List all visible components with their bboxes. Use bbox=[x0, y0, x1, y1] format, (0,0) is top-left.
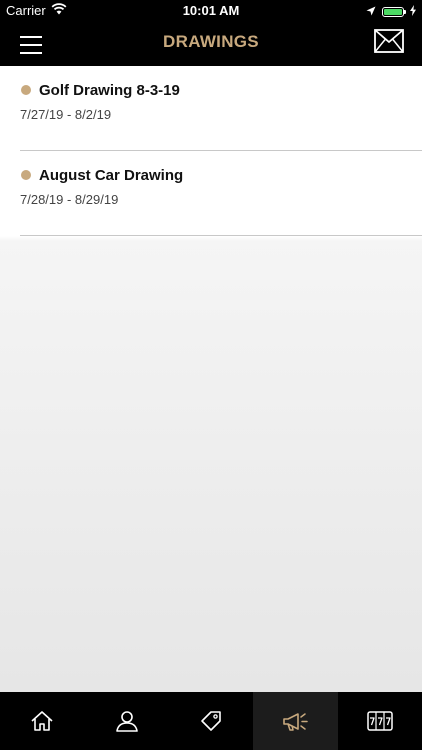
list-item[interactable]: Golf Drawing 8-3-19 7/27/19 - 8/2/19 bbox=[0, 66, 422, 151]
tab-offers[interactable] bbox=[169, 692, 253, 750]
page-title: DRAWINGS bbox=[163, 32, 259, 51]
status-indicators bbox=[366, 4, 416, 19]
slot-machine-icon bbox=[367, 711, 393, 731]
list-item[interactable]: August Car Drawing 7/28/19 - 8/29/19 bbox=[0, 151, 422, 236]
navigation-bar: DRAWINGS bbox=[0, 22, 422, 66]
tag-icon bbox=[201, 711, 221, 731]
tab-drawings[interactable] bbox=[253, 692, 338, 750]
location-arrow-icon bbox=[366, 4, 376, 19]
drawing-dates: 7/28/19 - 8/29/19 bbox=[20, 192, 119, 207]
person-icon bbox=[115, 711, 138, 732]
status-dot bbox=[21, 85, 31, 95]
drawings-list: Golf Drawing 8-3-19 7/27/19 - 8/2/19 Aug… bbox=[0, 66, 422, 236]
clock: 10:01 AM bbox=[182, 3, 240, 18]
tab-home[interactable] bbox=[0, 692, 84, 750]
tab-games[interactable] bbox=[338, 692, 422, 750]
status-dot bbox=[21, 170, 31, 180]
drawings-content: Golf Drawing 8-3-19 7/27/19 - 8/2/19 Aug… bbox=[0, 66, 422, 692]
envelope-icon bbox=[374, 29, 404, 53]
drawing-dates: 7/27/19 - 8/2/19 bbox=[20, 107, 112, 122]
battery-icon bbox=[382, 6, 406, 17]
drawing-title: August Car Drawing bbox=[39, 167, 184, 184]
mail-button[interactable] bbox=[374, 29, 404, 53]
megaphone-icon bbox=[283, 713, 309, 731]
drawing-title: Golf Drawing 8-3-19 bbox=[39, 82, 180, 99]
status-bar: Carrier 10:01 AM bbox=[0, 0, 422, 22]
home-icon bbox=[31, 711, 53, 731]
tab-profile[interactable] bbox=[84, 692, 168, 750]
tab-bar bbox=[0, 692, 422, 750]
charging-bolt-icon bbox=[410, 4, 416, 19]
battery-level bbox=[384, 8, 402, 15]
top-bar: Carrier 10:01 AM DRAWINGS bbox=[0, 0, 422, 66]
